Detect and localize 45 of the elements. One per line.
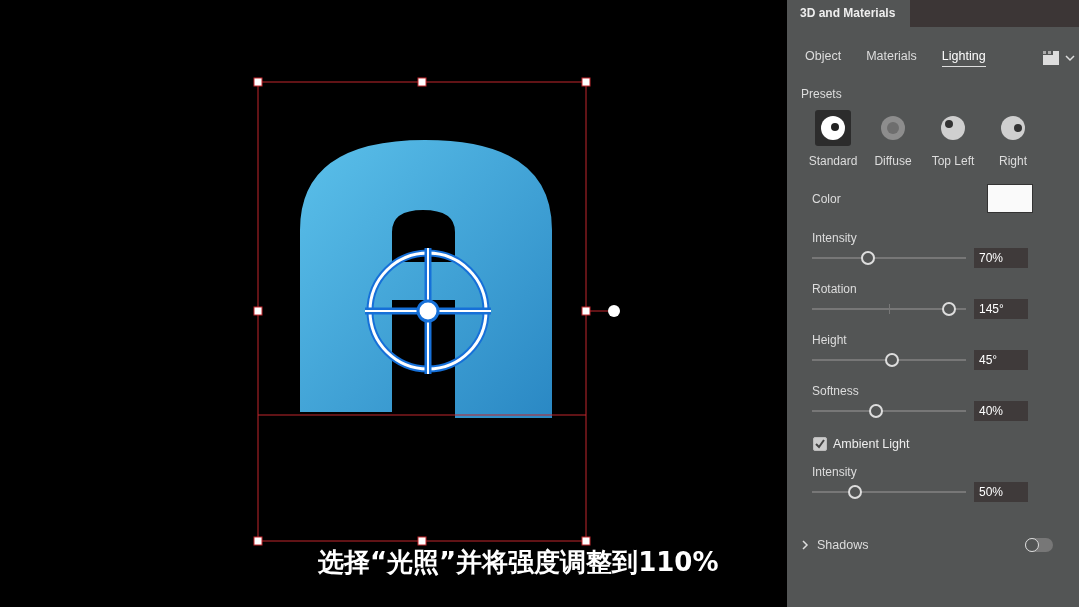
checkbox-label: Ambient Light: [833, 437, 910, 451]
sphere-icon: [879, 114, 907, 142]
lighting-preset[interactable]: Diffuse: [867, 110, 919, 168]
slider-thumb[interactable]: [941, 302, 956, 316]
sphere-icon: [819, 114, 847, 142]
value-field[interactable]: 40%: [974, 401, 1028, 421]
section-label: Presets: [800, 86, 843, 101]
slider-track[interactable]: [812, 353, 966, 367]
lighting-preset[interactable]: Standard: [807, 110, 859, 168]
tab[interactable]: Lighting: [941, 49, 986, 67]
field-label: Intensity: [812, 231, 858, 245]
tab[interactable]: Materials: [866, 49, 917, 67]
checkbox[interactable]: [813, 437, 827, 451]
slider-thumb[interactable]: [847, 485, 862, 499]
slider-thumb[interactable]: [884, 353, 899, 367]
tab[interactable]: Object: [805, 49, 842, 67]
value-field[interactable]: 70%: [974, 248, 1028, 268]
slider-track[interactable]: [812, 302, 966, 316]
sphere-icon: [999, 114, 1027, 142]
slider-track[interactable]: [812, 485, 966, 499]
slider-thumb[interactable]: [861, 251, 876, 265]
toggle-switch[interactable]: [1025, 538, 1053, 552]
color-swatch[interactable]: [987, 184, 1033, 213]
sphere-icon: [939, 114, 967, 142]
slider-track[interactable]: [812, 404, 966, 418]
selection-box[interactable]: [253, 77, 591, 546]
chevron-right-icon[interactable]: [801, 540, 809, 550]
lighting-preset[interactable]: Top Left: [927, 110, 979, 168]
subtitle-caption: 选择“光照”并将强度调整到110%: [318, 546, 719, 579]
field-label: Color: [812, 191, 841, 206]
slider-track[interactable]: [812, 251, 966, 265]
chevron-down-icon[interactable]: [1065, 54, 1075, 62]
value-field[interactable]: 45°: [974, 350, 1028, 370]
field-label: Rotation: [812, 282, 858, 296]
field-label: Intensity: [812, 465, 858, 479]
value-field[interactable]: 145°: [974, 299, 1028, 319]
field-label: Height: [812, 333, 848, 347]
slider-thumb[interactable]: [869, 404, 884, 418]
rotate-handle[interactable]: [589, 305, 620, 317]
light-target-icon[interactable]: [364, 247, 492, 375]
section-label[interactable]: Shadows: [817, 538, 869, 552]
lighting-preset[interactable]: Right: [987, 110, 1039, 168]
render-options-icon[interactable]: [1043, 51, 1059, 65]
value-field[interactable]: 50%: [974, 482, 1028, 502]
field-label: Softness: [812, 384, 860, 398]
